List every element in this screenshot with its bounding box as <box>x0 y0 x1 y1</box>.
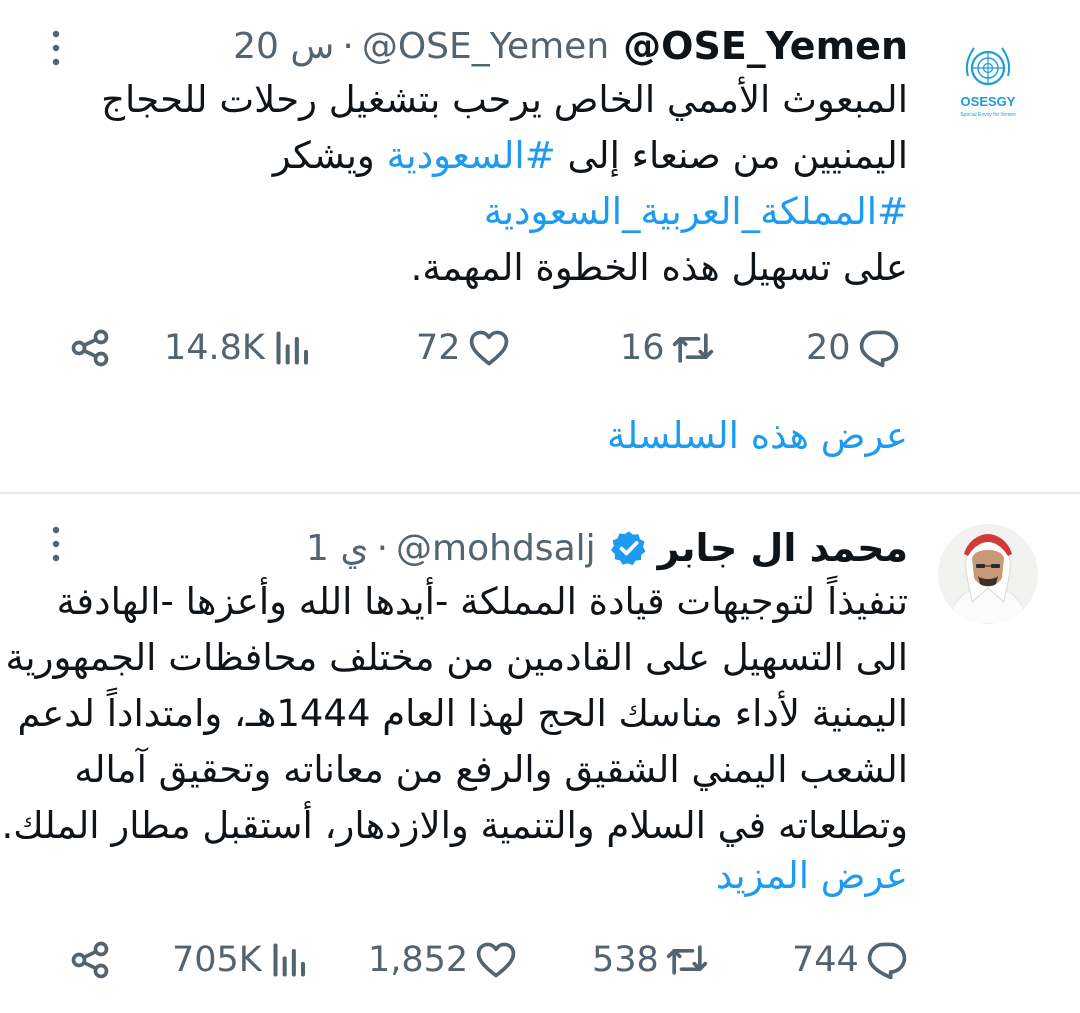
retweets-count: 16 <box>620 328 665 368</box>
share-button[interactable] <box>68 318 112 378</box>
hashtag-link[interactable]: #السعودية <box>387 134 556 177</box>
tweet-header: محمد ال جابر @mohdsalj · 1 ي <box>306 520 908 576</box>
like-icon <box>469 330 508 366</box>
tweet-mohdsalj[interactable]: محمد ال جابر @mohdsalj · 1 ي تنفيذاً لتو… <box>0 494 1080 1013</box>
tweet-text-line: تنفيذاً لتوجيهات قيادة المملكة -أيدها ال… <box>56 580 908 623</box>
views-count: 705K <box>172 940 262 980</box>
separator-dot: · <box>342 25 354 67</box>
share-icon <box>71 941 109 979</box>
replies-count: 20 <box>806 328 851 368</box>
like-icon <box>476 942 516 978</box>
tweet-text-line: الشعب اليمني الشقيق والرفع من معاناته وت… <box>74 748 908 791</box>
share-button[interactable] <box>68 930 112 990</box>
retweet-icon <box>672 333 713 363</box>
tweet-text-line: اليمنيين من صنعاء إلى #السعودية ويشكر <box>48 128 908 184</box>
avatar-brand-text: OSESGY <box>961 94 1016 109</box>
like-button[interactable]: 1,852 <box>368 930 518 990</box>
avatar-mohdsalj[interactable] <box>938 524 1038 624</box>
reply-icon <box>859 330 898 368</box>
retweet-button[interactable]: 538 <box>592 930 709 990</box>
more-options-button[interactable] <box>44 28 68 68</box>
verified-badge <box>610 529 648 567</box>
views-button[interactable]: 14.8K <box>164 318 315 378</box>
share-icon <box>71 329 109 367</box>
tweet-text-segment: اليمنيين من صنعاء إلى <box>555 134 908 177</box>
tweet-header: @OSE_Yemen @OSE_Yemen · 20 س <box>233 18 908 74</box>
tweet-timestamp[interactable]: 20 س <box>233 26 334 67</box>
more-vertical-icon <box>52 30 60 66</box>
tweet-actions: 14.8K 72 16 20 <box>60 318 920 378</box>
tweet-timestamp[interactable]: 1 ي <box>306 528 369 569</box>
show-thread-link[interactable]: عرض هذه السلسلة <box>607 414 908 457</box>
display-name[interactable]: @OSE_Yemen <box>623 24 908 68</box>
tweet-text-line: المبعوث الأممي الخاص يرحب بتشغيل رحلات ل… <box>101 78 908 121</box>
replies-count: 744 <box>792 940 859 980</box>
avatar-ose-yemen[interactable]: OSESGY Special Envoy for Yemen <box>938 30 1038 130</box>
views-icon <box>273 943 305 977</box>
avatar-brand-subtext: Special Envoy for Yemen <box>960 112 1016 118</box>
display-name[interactable]: محمد ال جابر <box>658 526 908 570</box>
reply-button[interactable]: 20 <box>806 318 901 378</box>
separator-dot: · <box>376 527 389 569</box>
tweet-text-line: وتطلعاته في السلام والتنمية والازدهار، أ… <box>0 804 908 847</box>
user-handle[interactable]: @mohdsalj <box>396 528 596 569</box>
verified-badge-icon <box>610 531 646 566</box>
show-more-link[interactable]: عرض المزيد <box>716 854 908 897</box>
user-handle[interactable]: @OSE_Yemen <box>362 26 609 67</box>
views-count: 14.8K <box>164 328 265 368</box>
more-vertical-icon <box>52 526 60 562</box>
retweet-icon <box>666 945 707 975</box>
reply-button[interactable]: 744 <box>792 930 909 990</box>
hashtag-link[interactable]: #المملكة_العربية_السعودية <box>48 184 908 240</box>
like-button[interactable]: 72 <box>416 318 511 378</box>
tweet-ose-yemen[interactable]: OSESGY Special Envoy for Yemen @OSE_Yeme… <box>0 0 1080 492</box>
tweet-text-line: اليمنية لأداء مناسك الحج لهذا العام 1444… <box>17 692 908 735</box>
tweet-text: المبعوث الأممي الخاص يرحب بتشغيل رحلات ل… <box>48 72 908 296</box>
un-emblem-logo: OSESGY Special Envoy for Yemen <box>938 30 1038 130</box>
tweet-actions: 705K 1,852 538 744 <box>60 930 920 990</box>
profile-photo <box>938 524 1038 624</box>
reply-icon <box>867 942 907 980</box>
views-icon <box>276 331 308 365</box>
tweet-text: تنفيذاً لتوجيهات قيادة المملكة -أيدها ال… <box>0 574 908 854</box>
retweet-button[interactable]: 16 <box>620 318 715 378</box>
more-options-button[interactable] <box>44 524 68 564</box>
tweet-text-line: على تسهيل هذه الخطوة المهمة. <box>410 246 908 289</box>
views-button[interactable]: 705K <box>172 930 312 990</box>
likes-count: 72 <box>416 328 461 368</box>
retweets-count: 538 <box>592 940 659 980</box>
tweet-text-line: الى التسهيل على القادمين من مختلف محافظا… <box>5 636 908 679</box>
tweet-text-segment: ويشكر <box>272 134 387 177</box>
likes-count: 1,852 <box>368 940 469 980</box>
